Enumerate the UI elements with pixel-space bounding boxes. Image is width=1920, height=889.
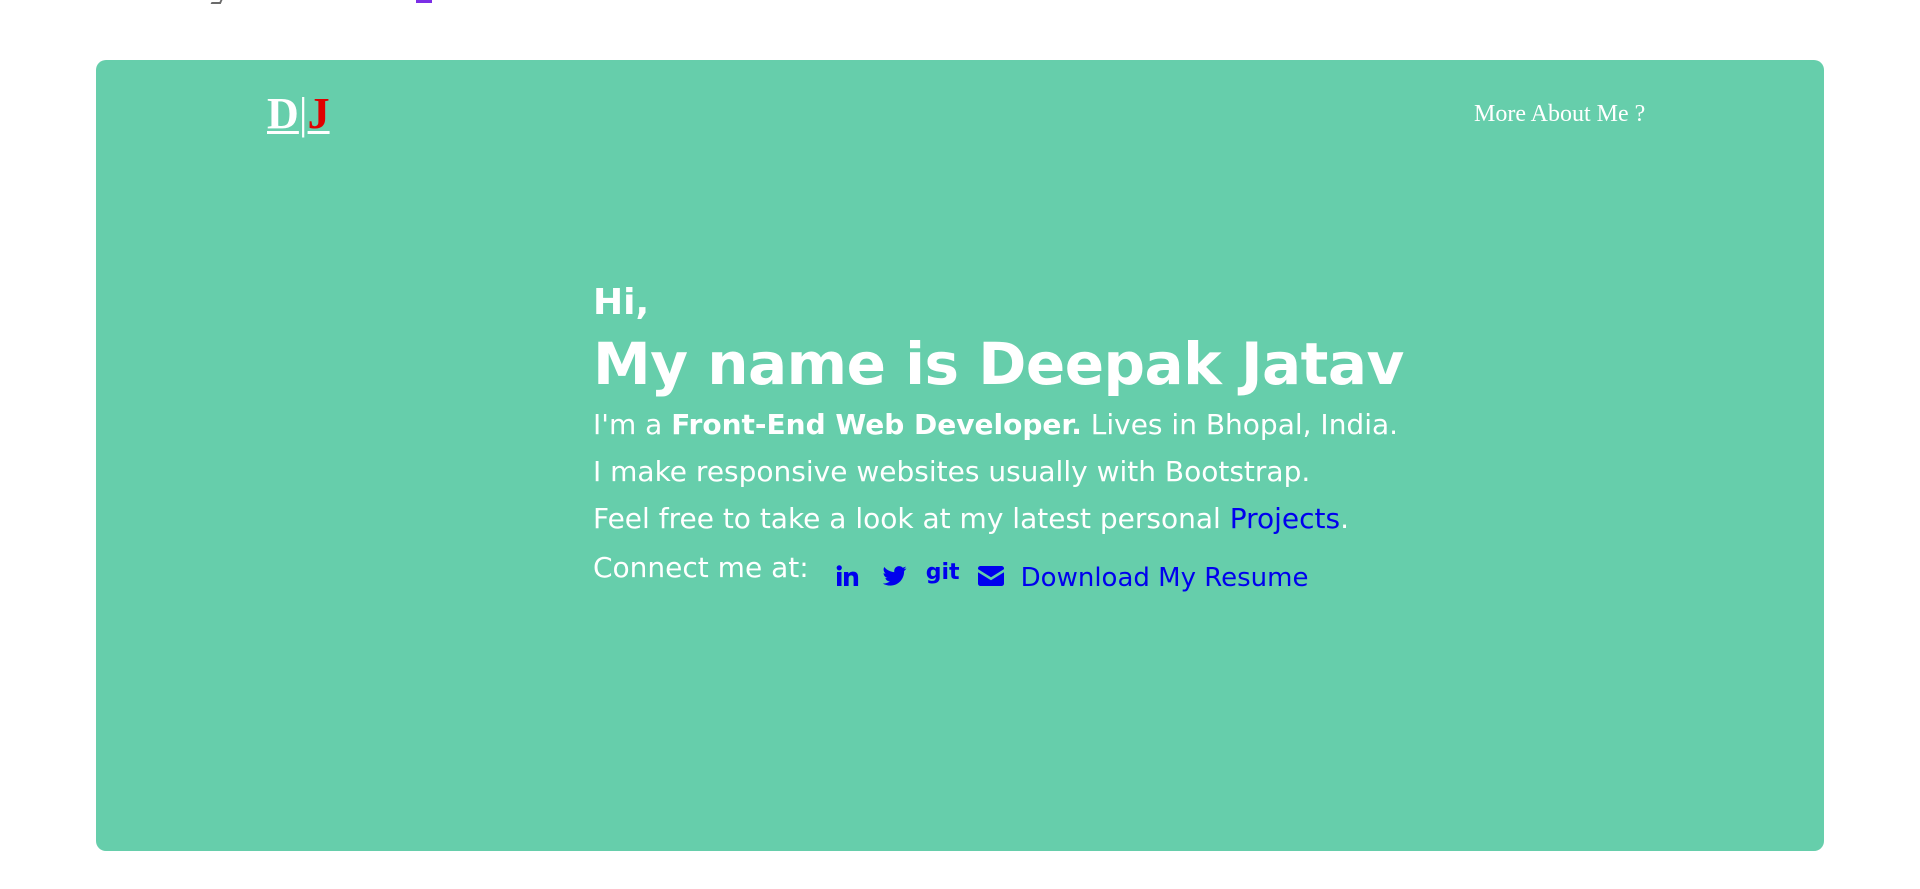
email-link[interactable]	[967, 556, 1015, 596]
projects-line-suffix: .	[1340, 502, 1350, 535]
connect-label: Connect me at:	[593, 551, 809, 584]
intro-prefix: I'm a	[593, 408, 672, 441]
twitter-icon	[882, 566, 907, 586]
twitter-link[interactable]	[871, 556, 919, 596]
more-about-me-link[interactable]: More About Me ?	[1474, 99, 1645, 129]
brand-logo[interactable]: D|J	[267, 88, 330, 140]
bootstrap-line: I make responsive websites usually with …	[593, 455, 1311, 488]
brand-separator: |	[298, 89, 308, 138]
hero-content: Hi, My name is Deepak Jatav I'm a Front-…	[593, 279, 1404, 596]
projects-line-prefix: Feel free to take a look at my latest pe…	[593, 502, 1230, 535]
brand-initial-d: D	[267, 89, 299, 138]
git-icon: git	[925, 559, 960, 585]
git-link[interactable]: git	[919, 556, 967, 596]
projects-line: Feel free to take a look at my latest pe…	[593, 495, 1404, 542]
envelope-icon	[977, 566, 1004, 586]
intro-suffix: Lives in Bhopal, India.	[1081, 408, 1399, 441]
projects-link[interactable]: Projects	[1230, 502, 1340, 535]
role-text: Front-End Web Developer.	[671, 408, 1082, 441]
linkedin-link[interactable]	[823, 556, 871, 596]
linkedin-icon	[836, 565, 858, 586]
top-edge-artifacts	[0, 0, 1920, 6]
greeting: Hi,	[593, 282, 650, 323]
top-edge-mark	[210, 0, 224, 4]
download-resume-link[interactable]: Download My Resume	[1021, 563, 1309, 593]
intro-line: I'm a Front-End Web Developer. Lives in …	[593, 401, 1404, 448]
brand-initial-j: J	[307, 89, 330, 138]
page-title: My name is Deepak Jatav	[593, 330, 1404, 398]
top-edge-link-underline	[416, 0, 432, 3]
connect-row: Connect me at: git Download My Resume	[593, 548, 1404, 596]
